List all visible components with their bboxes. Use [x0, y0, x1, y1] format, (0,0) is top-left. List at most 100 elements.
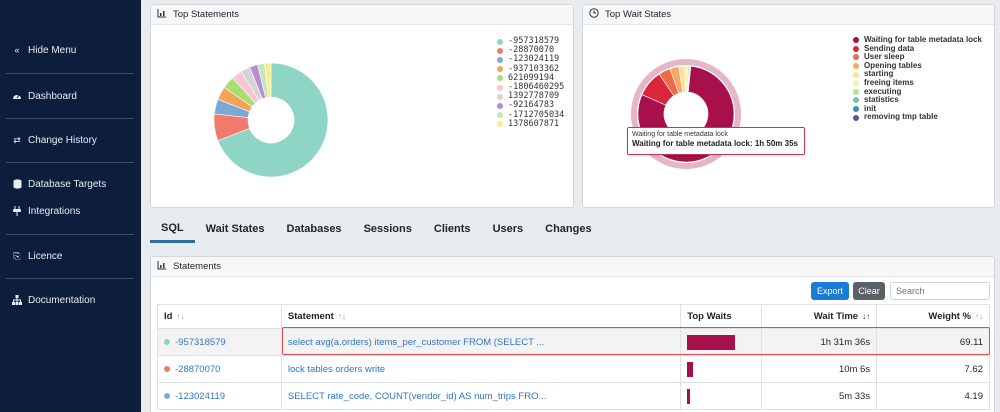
sidebar-item-documentation[interactable]: Documentation: [12, 290, 134, 310]
tab-sql[interactable]: SQL: [150, 215, 195, 243]
sitemap-icon: [12, 295, 22, 305]
card-title: Top Statements: [173, 9, 240, 20]
top-wait-states-donut: [630, 59, 741, 169]
top-statements-donut: [213, 62, 329, 178]
sidebar-item-change-history[interactable]: ⇄ Change History: [12, 130, 134, 150]
top-waits-cell: [680, 355, 763, 383]
column-header-top-waits: Top Waits: [680, 304, 763, 329]
legend-label: 1378607871: [508, 118, 560, 129]
statements-card: Statements Export Clear Id↑↓ Statement↑↓…: [150, 256, 995, 412]
legend-swatch: [497, 121, 503, 128]
sidebar-divider: [6, 73, 134, 74]
tab-databases[interactable]: Databases: [276, 215, 353, 243]
statement-cell: select avg(a.orders) items_per_customer …: [280, 328, 682, 356]
tooltip-title: Waiting for table metadata lock: [632, 131, 728, 138]
legend-swatch: [497, 66, 503, 73]
chart-icon: [157, 260, 167, 273]
legend-swatch: [853, 80, 859, 87]
sidebar-item-licence[interactable]: ⎘ Licence: [12, 246, 134, 266]
row-color-dot: [164, 338, 170, 345]
legend-item[interactable]: 1378607871: [497, 118, 564, 129]
weight-cell: 69.11: [876, 328, 990, 356]
sidebar-item-label: Dashboard: [28, 90, 77, 102]
sidebar-item-label: Hide Menu: [28, 44, 77, 56]
card-header: Top Wait States: [583, 5, 994, 25]
sidebar-item-label: Licence: [28, 250, 63, 262]
top-waits-bar: [687, 334, 735, 350]
sidebar-item-database-targets[interactable]: Database Targets: [12, 174, 134, 194]
id-cell: -957318579: [157, 328, 282, 356]
swap-arrows-icon: ⇄: [13, 134, 21, 145]
clock-icon: [589, 8, 599, 21]
sidebar-item-label: Database Targets: [28, 178, 107, 190]
legend-swatch: [853, 63, 859, 70]
chart-tooltip: Waiting for table metadata lock Waiting …: [627, 127, 805, 155]
sidebar-divider: [6, 162, 134, 163]
statement-link[interactable]: select avg(a.orders) items_per_customer …: [288, 337, 544, 348]
id-cell: -28870070: [157, 355, 282, 383]
sidebar-item-dashboard[interactable]: Dashboard: [12, 86, 134, 106]
double-chevron-left-icon: «: [14, 45, 20, 55]
row-color-dot: [164, 365, 170, 372]
card-header: Top Statements: [151, 5, 573, 25]
tab-changes[interactable]: Changes: [534, 215, 602, 243]
top-statements-card: Top Statements -957318579 -28870070 -12302…: [150, 4, 574, 208]
table-row[interactable]: -123024119 SELECT rate_code, COUNT(vendor…: [157, 382, 990, 410]
wait-time-cell: 10m 6s: [761, 355, 878, 383]
statement-id-link[interactable]: -28870070: [175, 364, 220, 375]
statement-id-link[interactable]: -123024119: [175, 391, 225, 402]
statement-cell: lock tables orders write: [280, 355, 682, 383]
tab-sessions[interactable]: Sessions: [353, 215, 423, 243]
top-wait-states-legend: Waiting for table metadata lock Sending d…: [853, 35, 982, 122]
column-header-id[interactable]: Id ↑↓: [157, 304, 282, 329]
column-header-weight[interactable]: Weight % ↑↓: [876, 304, 990, 329]
table-row[interactable]: -957318579 select avg(a.orders) items_per…: [157, 328, 990, 356]
sidebar-divider: [6, 278, 134, 279]
tab-wait-states[interactable]: Wait States: [195, 215, 276, 243]
tab-users[interactable]: Users: [482, 215, 535, 243]
sidebar-item-integrations[interactable]: Integrations: [12, 201, 134, 221]
clear-button[interactable]: Clear: [853, 282, 885, 300]
legend-label: removing tmp table: [864, 112, 938, 122]
statement-cell: SELECT rate_code, COUNT(vendor_id) AS nu…: [280, 382, 682, 410]
sort-icon: ↑↓: [176, 312, 185, 321]
legend-swatch: [853, 88, 859, 95]
legend-swatch: [497, 93, 503, 100]
legend-swatch: [497, 84, 503, 91]
top-waits-bar: [687, 361, 693, 377]
search-input[interactable]: [890, 282, 990, 300]
weight-cell: 4.19: [876, 382, 990, 410]
legend-swatch: [853, 45, 859, 52]
row-color-dot: [164, 392, 170, 399]
sort-desc-icon: ↓↑: [862, 312, 871, 321]
chart-icon: [157, 8, 167, 21]
dashboard-gauge-icon: [12, 91, 22, 101]
sidebar-divider: [6, 118, 134, 119]
card-title: Top Wait States: [605, 9, 672, 20]
tabs-bar: SQL Wait States Databases Sessions Clien…: [150, 215, 603, 245]
legend-swatch: [853, 106, 859, 113]
sidebar-divider: [6, 234, 134, 235]
legend-swatch: [497, 112, 503, 119]
sort-icon: ↑↓: [975, 312, 983, 321]
legend-swatch: [853, 97, 859, 104]
statement-link[interactable]: SELECT rate_code, COUNT(vendor_id) AS nu…: [288, 391, 547, 402]
statement-id-link[interactable]: -957318579: [175, 337, 226, 348]
export-button[interactable]: Export: [811, 282, 849, 300]
statements-table: Id ↑↓ Statement ↑↓ Top Waits Wait Time ↓↑ W…: [157, 304, 990, 410]
statement-link[interactable]: lock tables orders write: [288, 364, 385, 375]
sidebar-item-hide-menu[interactable]: « Hide Menu: [12, 40, 134, 60]
legend-swatch: [497, 57, 503, 63]
tab-clients[interactable]: Clients: [423, 215, 482, 243]
legend-item[interactable]: removing tmp table: [853, 113, 982, 122]
top-waits-cell: [680, 382, 763, 410]
column-header-wait-time[interactable]: Wait Time ↓↑: [761, 304, 878, 329]
table-row[interactable]: -28870070 lock tables orders write 10m 6s 7…: [157, 355, 990, 383]
wait-time-cell: 5m 33s: [761, 382, 878, 410]
id-cell: -123024119: [157, 382, 282, 410]
wait-time-cell: 1h 31m 36s: [761, 328, 878, 356]
sort-icon: ↑↓: [337, 312, 346, 321]
legend-swatch: [497, 103, 503, 110]
weight-cell: 7.62: [876, 355, 990, 383]
column-header-statement[interactable]: Statement ↑↓: [280, 304, 682, 329]
